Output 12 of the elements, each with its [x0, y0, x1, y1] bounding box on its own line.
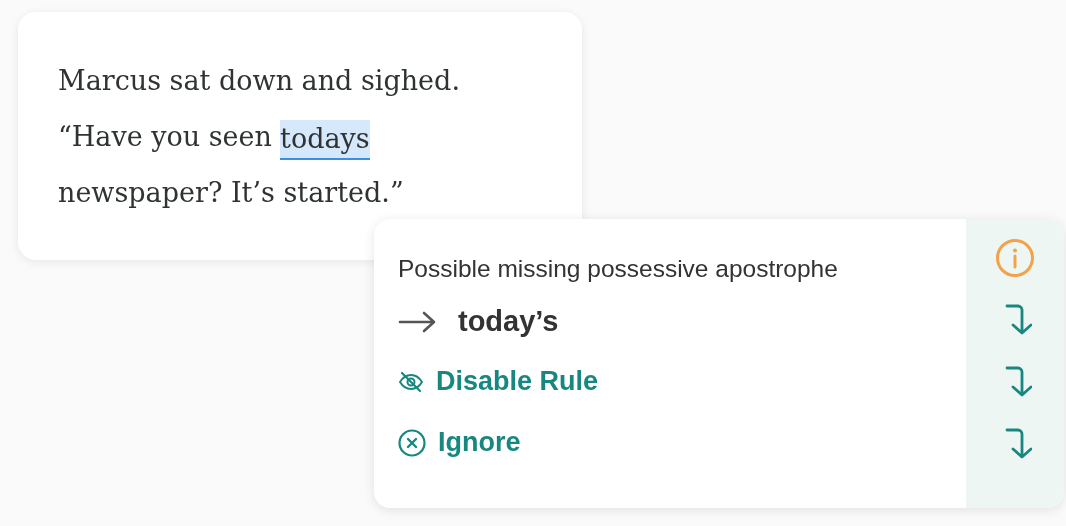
ignore-button[interactable]: Ignore	[398, 427, 521, 458]
suggestion-button[interactable]: today’s	[458, 305, 559, 338]
text-line: Marcus sat down and sighed.	[58, 64, 460, 98]
message-text: Possible missing possessive apostrophe	[398, 255, 838, 283]
eye-off-icon	[398, 370, 424, 393]
close-circle-icon	[398, 428, 426, 457]
text-line: newspaper? It’s started.”	[58, 176, 404, 210]
flagged-word[interactable]: todays	[280, 120, 370, 160]
text-line: “Have you seen	[58, 120, 272, 154]
info-icon	[995, 238, 1035, 278]
arrow-right-icon	[398, 309, 438, 334]
disable-rule-button[interactable]: Disable Rule	[398, 366, 599, 397]
